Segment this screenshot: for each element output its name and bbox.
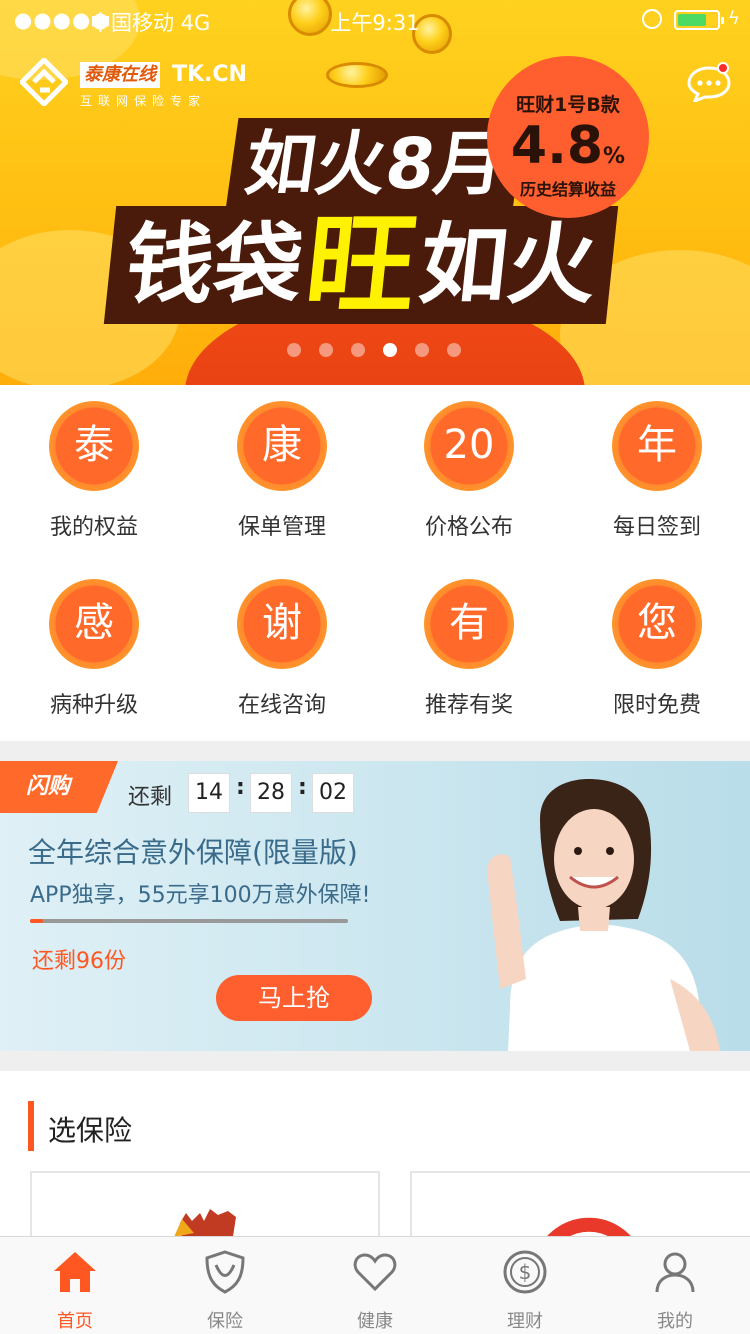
flash-sale-subtitle: APP独享，55元享100万意外保障! [30,883,371,908]
countdown-minutes: 28 [250,773,292,813]
grid-item-icon: 感 [49,579,139,669]
rate-value: 4.8 [510,116,604,176]
grid-item-icon: 您 [612,579,702,669]
countdown-colon: : [236,775,245,800]
grid-item-icon: 康 [237,401,327,491]
countdown-hours: 14 [188,773,230,813]
brand-logo-icon [20,58,68,106]
tab-home[interactable]: 首页 [0,1237,150,1334]
grid-item-icon-char: 有 [449,600,489,646]
promo-banner[interactable]: ●●●●● 中国移动 4G 上午9:31 ϟ 泰康在线 TK.CN 互联网保险专… [0,0,750,385]
tab-label: 首页 [57,1311,93,1332]
grid-item-icon-char: 泰 [74,422,114,468]
grid-item-icon-char: 感 [74,600,114,646]
rate-badge-sub: 历史结算收益 [519,180,616,199]
heart-icon [353,1253,397,1292]
user-icon [655,1252,695,1293]
grid-item-label: 推荐有奖 [424,693,513,718]
grid-item-label: 价格公布 [424,515,513,540]
countdown-seconds: 02 [312,773,354,813]
flash-sale-tag: 闪购 [0,761,118,813]
quick-entry-grid: 泰我的权益康保单管理 20 价格公布年每日签到感病种升级谢在线咨询有推荐有奖您限时免… [0,385,750,741]
grid-item[interactable]: 有推荐有奖 [375,563,563,741]
rate-badge-title: 旺财1号B款 [516,94,620,116]
tab-finance[interactable]: $ 理财 [450,1237,600,1334]
countdown-colon: : [298,775,307,800]
status-time: 上午9:31 [330,11,420,35]
grid-item-icon: 泰 [49,401,139,491]
grid-item-icon: 20 [424,401,514,491]
carousel-indicator[interactable] [287,343,461,357]
stock-progress-bar [30,919,348,923]
section-title: 选保险 [48,1114,133,1147]
home-icon [54,1252,96,1292]
bottom-tab-bar: 首页 保险 健康 $ 理财 我的 [0,1236,750,1334]
tab-label: 健康 [357,1311,393,1332]
grid-item-label: 每日签到 [612,515,701,540]
stock-remaining: 还剩96份 [32,949,126,974]
grid-item-icon: 有 [424,579,514,669]
grid-item-icon: 年 [612,401,702,491]
rate-badge: 旺财1号B款 4.8% 历史结算收益 [487,56,649,218]
carousel-dot[interactable] [351,343,365,357]
tab-label: 我的 [657,1311,693,1332]
svg-text:$: $ [519,1260,532,1284]
promo-person-image [487,779,720,1051]
banner-line2-highlight: 旺 [299,201,423,329]
status-bar: ●●●●● 中国移动 4G 上午9:31 ϟ [0,0,750,40]
tab-profile[interactable]: 我的 [600,1237,750,1334]
grid-item[interactable]: 您限时免费 [563,563,750,741]
carousel-dot[interactable] [415,343,429,357]
grid-item[interactable]: 感病种升级 [0,563,188,741]
carousel-dot[interactable] [319,343,333,357]
flash-sale-card[interactable]: 闪购 还剩 14 : 28 : 02 全年综合意外保障(限量版) APP独享，5… [0,761,750,1051]
grid-item-label: 限时免费 [612,693,701,718]
tab-health[interactable]: 健康 [300,1237,450,1334]
grid-item-label: 在线咨询 [237,693,326,718]
carousel-dot[interactable] [383,343,397,357]
notification-dot [717,62,729,74]
banner-line2-a: 钱袋 [120,213,308,316]
dollar-coin-icon: $ [503,1250,547,1294]
flash-sale-title: 全年综合意外保障(限量版) [28,836,358,869]
banner-line2: 钱袋 旺 如火 [103,201,619,329]
grid-item-icon: 谢 [237,579,327,669]
tab-label: 保险 [207,1311,243,1332]
grid-item[interactable]: 谢在线咨询 [188,563,376,741]
battery-icon [674,10,724,30]
grid-item-icon-char: 您 [637,600,677,646]
grid-item-icon-char: 20 [443,422,495,468]
alarm-icon [642,9,662,29]
grid-item-label: 我的权益 [49,515,138,540]
brand-slogan: 互联网保险专家 [80,94,207,108]
buy-now-button[interactable]: 马上抢 [216,975,372,1021]
banner-line2-b: 如火 [414,213,602,316]
banner-line1: 如火8月 [225,118,526,210]
tab-insurance[interactable]: 保险 [150,1237,300,1334]
countdown-label: 还剩 [128,785,173,810]
grid-item[interactable]: 康保单管理 [188,385,376,563]
carousel-dot[interactable] [447,343,461,357]
section-divider [0,741,750,761]
grid-item-label: 保单管理 [237,515,326,540]
grid-item[interactable]: 年每日签到 [563,385,750,563]
section-accent-bar [28,1101,34,1151]
grid-item[interactable]: 20 价格公布 [375,385,563,563]
carousel-dot[interactable] [287,343,301,357]
rate-unit: % [603,144,626,169]
brand-name-en: TK.CN [172,62,247,87]
coin-decoration [326,62,388,88]
charging-icon: ϟ [728,8,740,29]
grid-item-icon-char: 谢 [262,600,302,646]
tab-label: 理财 [507,1311,543,1332]
brand-logo: 泰康在线 TK.CN 互联网保险专家 [80,62,247,110]
shield-icon [205,1250,245,1294]
grid-item[interactable]: 泰我的权益 [0,385,188,563]
brand-name-cn: 泰康在线 [80,62,160,88]
grid-item-icon-char: 年 [637,422,677,468]
grid-item-icon-char: 康 [262,422,302,468]
section-divider [0,1051,750,1071]
grid-item-label: 病种升级 [49,693,138,718]
